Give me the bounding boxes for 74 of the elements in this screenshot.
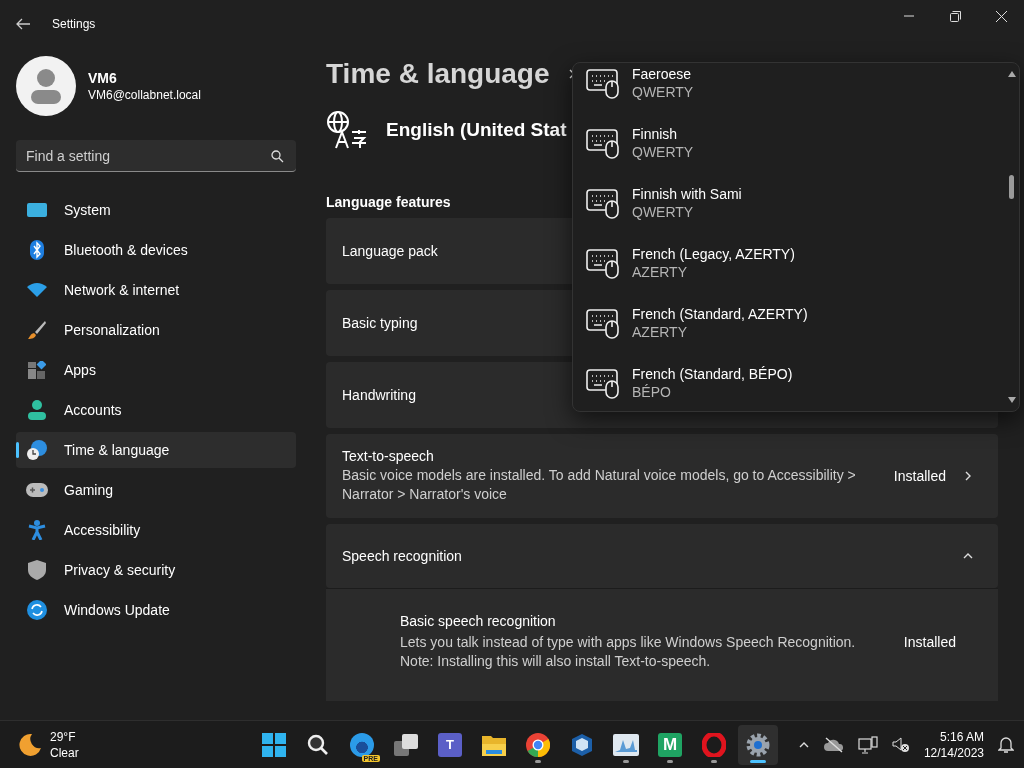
weather-condition: Clear — [50, 744, 79, 761]
language-name: English (United Stat — [386, 119, 567, 141]
sidebar-item[interactable]: Gaming — [16, 472, 296, 508]
page-title[interactable]: Time & language — [326, 58, 550, 90]
keyboard-mouse-icon — [586, 187, 620, 219]
clock-date[interactable]: 12/14/2023 — [923, 744, 984, 761]
keyboard-option[interactable]: Faeroese QWERTY — [573, 63, 1005, 113]
sidebar-item[interactable]: Network & internet — [16, 272, 296, 308]
search-icon — [271, 150, 284, 163]
search-icon — [307, 733, 329, 756]
sidebar-item[interactable]: Apps — [16, 352, 296, 388]
sidebar-item[interactable]: Time & language — [16, 432, 296, 468]
opera-icon — [702, 732, 726, 757]
sidebar-item[interactable]: Accounts — [16, 392, 296, 428]
taskbar-app[interactable]: T — [430, 724, 470, 765]
folder-icon — [482, 733, 506, 756]
speaker-muted-icon — [891, 736, 910, 753]
cloud-off-icon — [823, 736, 844, 753]
task-view-icon — [394, 733, 418, 756]
chart-window-icon — [613, 733, 639, 756]
sidebar-item[interactable]: Accessibility — [16, 512, 296, 548]
scrollbar-thumb[interactable] — [1009, 175, 1014, 199]
keyboard-option[interactable]: Finnish with Sami QWERTY — [573, 173, 1005, 233]
user-name: VM6 — [88, 70, 118, 86]
taskbar-app[interactable] — [738, 724, 778, 765]
clock-time[interactable]: 5:16 AM — [923, 728, 984, 745]
shield-icon — [28, 560, 46, 580]
person-icon — [28, 400, 46, 420]
scroll-up-icon — [1008, 71, 1016, 77]
scroll-down-icon — [1008, 397, 1016, 403]
keyboard-mouse-icon — [586, 247, 620, 279]
sidebar-item[interactable]: Windows Update — [16, 592, 296, 628]
paintbrush-icon — [27, 320, 47, 340]
accessibility-icon — [28, 520, 46, 540]
cube-icon — [570, 732, 594, 757]
update-icon — [27, 600, 47, 620]
m-app-icon: M — [658, 732, 682, 757]
back-arrow-icon — [16, 18, 30, 30]
sidebar-item[interactable]: Bluetooth & devices — [16, 232, 296, 268]
teams-icon: T — [438, 732, 462, 757]
avatar[interactable] — [16, 56, 76, 116]
bell-icon — [998, 735, 1014, 754]
window-title: Settings — [52, 17, 96, 31]
gear-icon — [746, 732, 770, 757]
user-email: VM6@collabnet.local — [88, 88, 201, 102]
wifi-icon — [27, 283, 47, 297]
keyboard-option[interactable]: French (Legacy, AZERTY) AZERTY — [573, 233, 1005, 293]
search-field[interactable]: Find a setting — [16, 140, 296, 172]
keyboard-mouse-icon — [586, 127, 620, 159]
section-heading: Language features — [326, 194, 452, 210]
keyboard-mouse-icon — [586, 307, 620, 339]
language-icon — [326, 110, 368, 150]
windows-logo-icon — [262, 732, 286, 757]
keyboard-option[interactable]: Finnish QWERTY — [573, 113, 1005, 173]
keyboard-mouse-icon — [586, 67, 620, 99]
sidebar-item[interactable]: Personalization — [16, 312, 296, 348]
keyboard-mouse-icon — [586, 367, 620, 399]
monitor-icon — [27, 202, 47, 218]
network-computer-icon — [857, 735, 878, 754]
keyboard-option[interactable]: French (Standard, AZERTY) AZERTY — [573, 293, 1005, 353]
bluetooth-icon — [30, 240, 44, 260]
temperature: 29°F — [50, 728, 77, 745]
gamepad-icon — [26, 483, 48, 497]
feature-card[interactable]: Text-to-speech Basic voice models are installed. To add Natural voice models, go to Accessibility > Narrator > Narrator's voice Installed — [326, 434, 998, 518]
chrome-icon — [526, 732, 550, 757]
maximize-icon — [949, 10, 961, 22]
moon-icon — [18, 732, 42, 757]
feature-card[interactable]: Speech recognition — [326, 524, 998, 588]
sidebar-item[interactable]: System — [16, 192, 296, 228]
close-icon — [995, 10, 1007, 22]
globe-clock-icon — [27, 440, 47, 460]
sidebar-item[interactable]: Privacy & security — [16, 552, 296, 588]
feature-subcard: Basic speech recognition Lets you talk instead of type with apps like Windows Speech Recognition. Note: Installing this will also install Text-to-speech. Installed — [326, 588, 998, 701]
apps-icon — [28, 361, 46, 379]
